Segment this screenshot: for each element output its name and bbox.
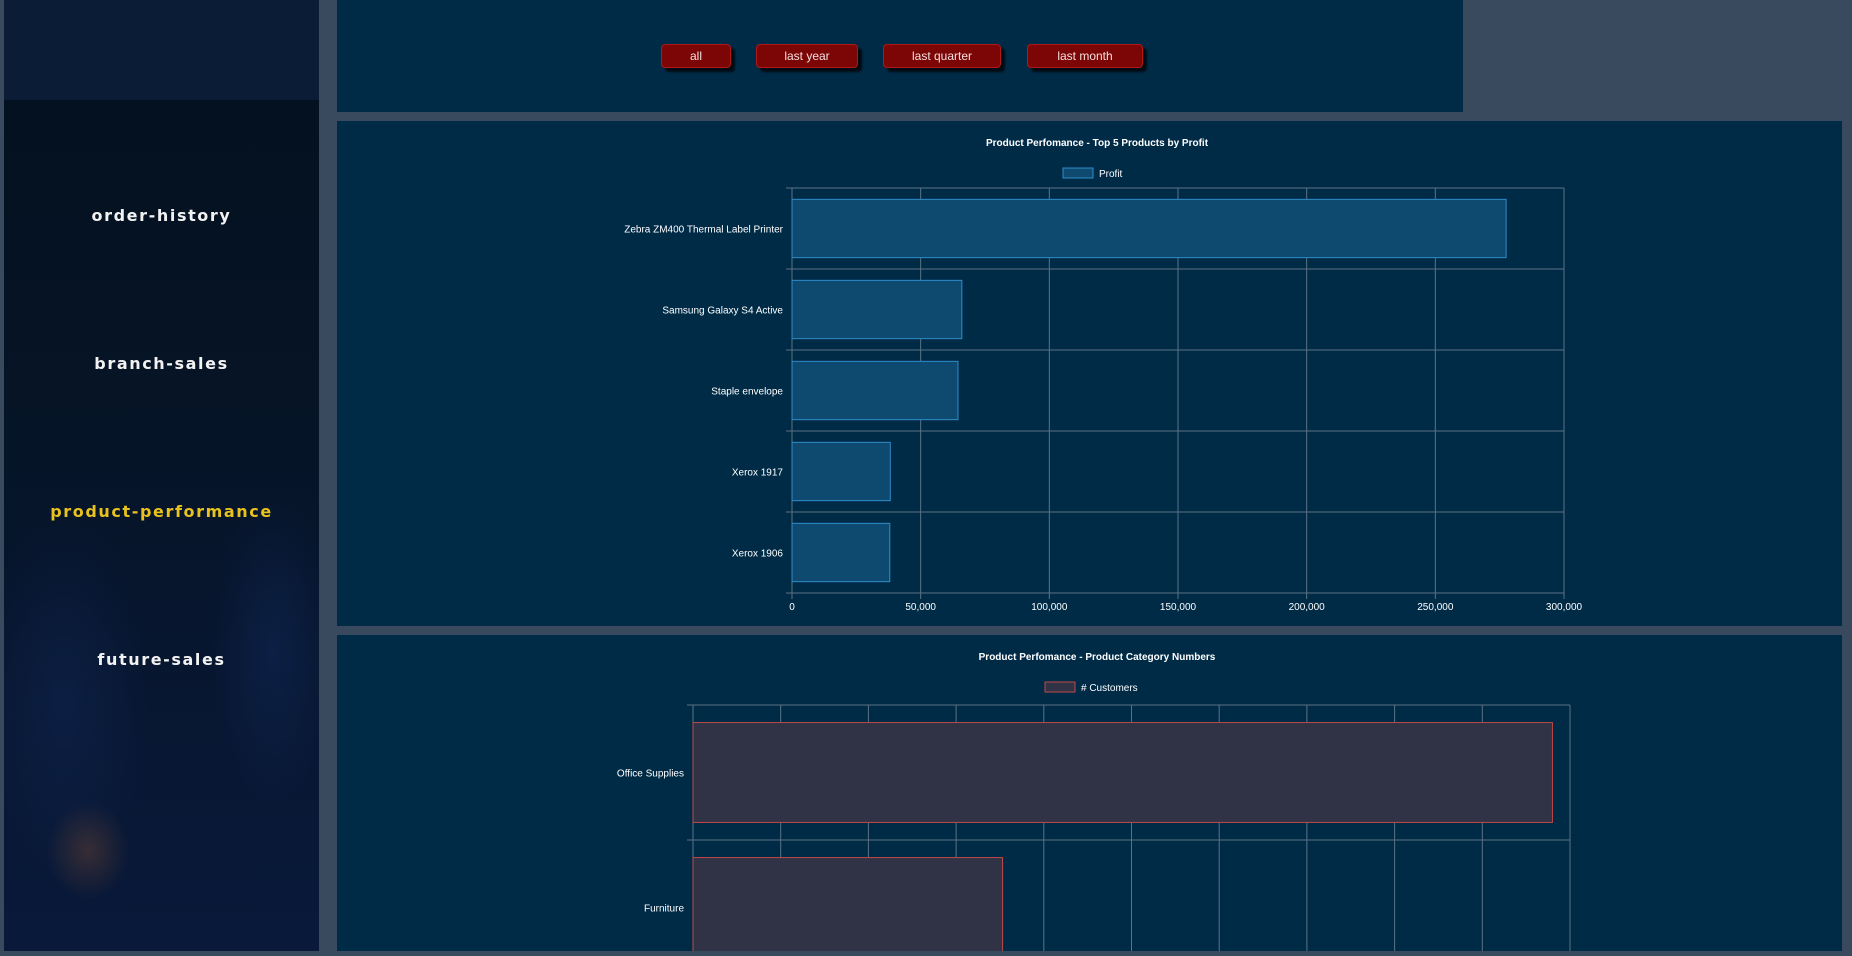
bar	[791, 198, 1507, 259]
category-label: Staple envelope	[711, 387, 783, 398]
nav-item-product-performance[interactable]: product-performance	[4, 502, 319, 521]
x-tick-label: 100,000	[1031, 602, 1068, 613]
sidebar-header	[4, 0, 319, 100]
nav-item-branch-sales[interactable]: branch-sales	[4, 354, 319, 373]
sidebar: order-history branch-sales product-perfo…	[4, 0, 319, 951]
profit-bar-chart: Product Perfomance - Top 5 Products by P…	[624, 138, 1583, 613]
filter-last-month-button[interactable]: last month	[1027, 44, 1143, 68]
x-tick-label: 300,000	[1546, 602, 1583, 613]
bar	[791, 360, 959, 421]
legend-label: # Customers	[1081, 683, 1138, 694]
bar	[791, 522, 891, 583]
bar	[692, 722, 1553, 823]
filter-last-quarter-button[interactable]: last quarter	[883, 44, 1001, 68]
filter-all-button[interactable]: all	[661, 44, 731, 68]
time-filter-panel: all last year last quarter last month	[337, 0, 1463, 112]
legend-label: Profit	[1099, 169, 1123, 180]
x-tick-label: 150,000	[1160, 602, 1197, 613]
category-label: Furniture	[644, 904, 684, 915]
bar	[791, 441, 891, 502]
profit-chart-panel: Product Perfomance - Top 5 Products by P…	[337, 121, 1842, 626]
bar	[791, 279, 963, 340]
chart-title: Product Perfomance - Top 5 Products by P…	[986, 138, 1209, 149]
category-label: Office Supplies	[617, 769, 684, 780]
x-tick-label: 0	[789, 602, 795, 613]
filter-last-year-button[interactable]: last year	[756, 44, 858, 68]
category-bar-chart: Product Perfomance - Product Category Nu…	[617, 652, 1571, 956]
nav-item-order-history[interactable]: order-history	[4, 206, 319, 225]
category-label: Xerox 1906	[732, 549, 784, 560]
category-label: Zebra ZM400 Thermal Label Printer	[624, 225, 783, 236]
x-tick-label: 200,000	[1289, 602, 1326, 613]
x-tick-label: 250,000	[1417, 602, 1454, 613]
legend-swatch	[1062, 167, 1094, 179]
bar	[692, 857, 1004, 956]
x-tick-label: 50,000	[905, 602, 936, 613]
nav-item-future-sales[interactable]: future-sales	[4, 650, 319, 669]
category-chart-panel: Product Perfomance - Product Category Nu…	[337, 635, 1842, 956]
legend-swatch	[1044, 681, 1076, 693]
chart-title: Product Perfomance - Product Category Nu…	[979, 652, 1216, 663]
category-label: Samsung Galaxy S4 Active	[662, 306, 783, 317]
category-label: Xerox 1917	[732, 468, 784, 479]
